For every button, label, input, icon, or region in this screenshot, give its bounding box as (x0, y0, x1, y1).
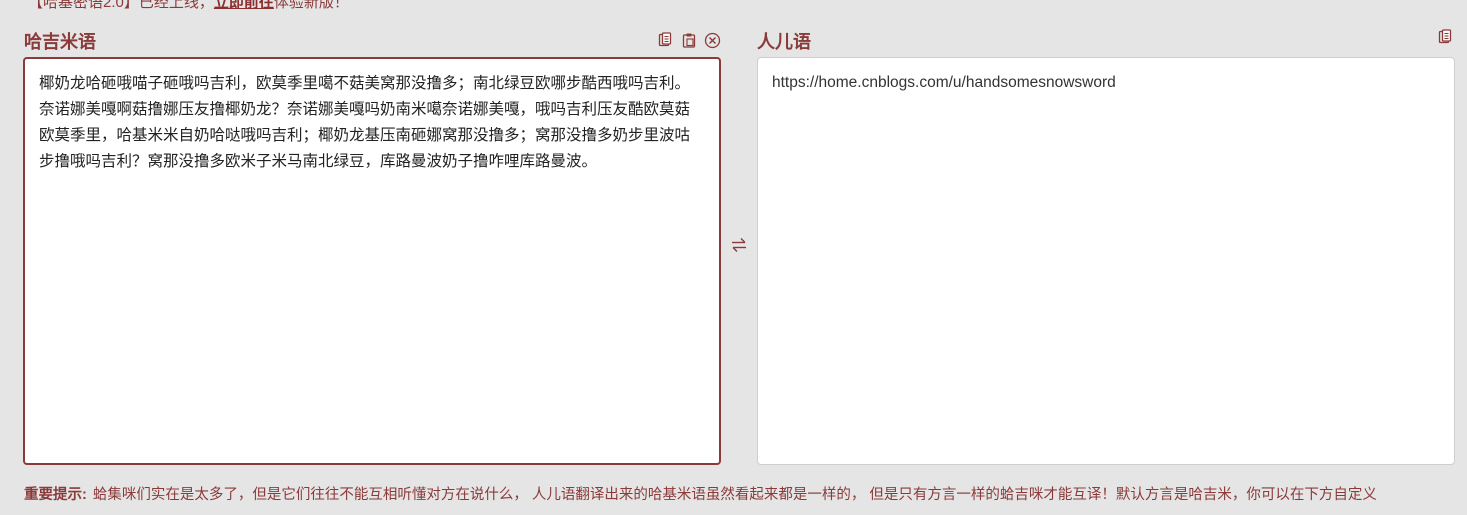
source-textarea[interactable]: 椰奶龙哈砸哦喵子砸哦吗吉利，欧莫季里噶不菇美窝那没撸多；南北绿豆欧哪步酷西哦吗吉… (23, 57, 721, 465)
source-language-label: 哈吉米语 (24, 32, 96, 52)
copy-icon[interactable] (1436, 28, 1454, 46)
translator-page: 【哈基密语2.0】已经上线，立即前往体验新版！ 哈吉米语 人儿语 椰奶龙哈砸哦喵… (0, 0, 1467, 515)
paste-icon[interactable] (680, 31, 698, 49)
target-textarea[interactable]: https://home.cnblogs.com/u/handsomesnows… (757, 57, 1455, 465)
announcement-banner: 【哈基密语2.0】已经上线，立即前往体验新版！ (28, 0, 349, 12)
swap-icon[interactable] (728, 234, 750, 256)
target-language-label: 人儿语 (757, 32, 811, 52)
copy-icon[interactable] (656, 31, 674, 49)
important-notice: 重要提示: 蛤集咪们实在是太多了，但是它们往往不能互相听懂对方在说什么， 人儿语翻… (24, 486, 1454, 504)
banner-link[interactable]: 立即前往 (214, 0, 274, 11)
banner-prefix: 【哈基密语2.0】已经上线， (28, 0, 214, 11)
notice-title: 重要提示: (24, 487, 87, 503)
clear-icon[interactable] (703, 31, 721, 49)
banner-suffix: 体验新版！ (273, 0, 349, 11)
notice-body: 蛤集咪们实在是太多了，但是它们往往不能互相听懂对方在说什么， 人儿语翻译出来的哈… (92, 487, 1377, 503)
